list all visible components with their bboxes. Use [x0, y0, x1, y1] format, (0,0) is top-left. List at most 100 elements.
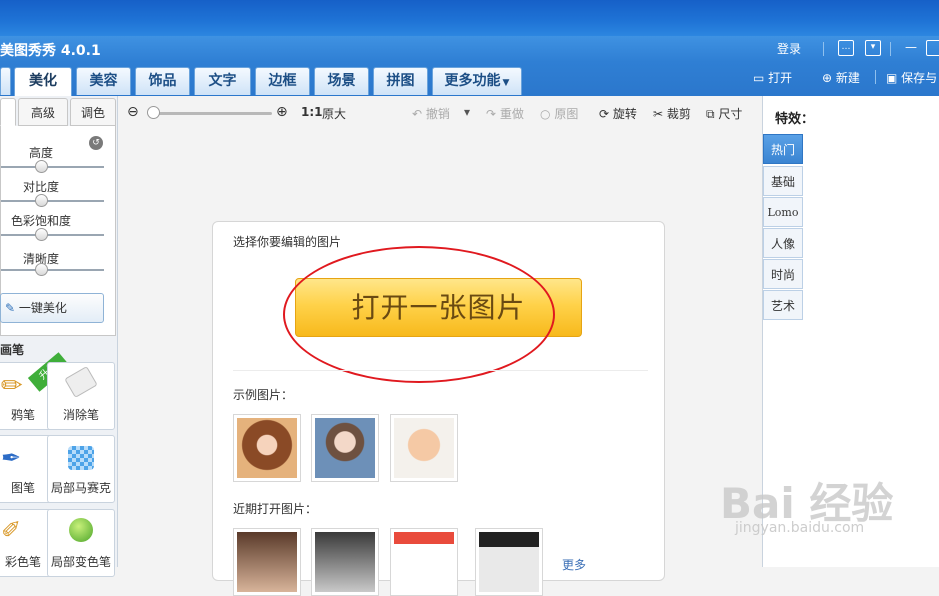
main-nav: 美化 美容 饰品 文字 边框 场景 拼图 更多功能 ▼ ▭ 打开 ⊕ 新建 ▣ 保…	[0, 62, 939, 97]
recent-thumbnail[interactable]	[475, 528, 543, 596]
sample-thumbnail[interactable]	[390, 414, 458, 482]
tab-advanced[interactable]: 高级	[18, 98, 68, 126]
tab-frame[interactable]: 边框	[255, 67, 310, 95]
effects-tab-art[interactable]: 艺术	[763, 290, 803, 320]
redo-label: 重做	[499, 107, 524, 121]
zoom-slider-knob[interactable]	[147, 106, 160, 119]
slider-track-sharpness[interactable]	[1, 269, 104, 271]
recent-thumbnail[interactable]	[233, 528, 301, 596]
undo-dropdown-icon[interactable]: ▾	[464, 105, 470, 119]
brush-section-heading: 画笔	[0, 343, 25, 357]
effects-tab-hot[interactable]: 热门	[763, 134, 803, 164]
sample-thumbnail[interactable]	[233, 414, 301, 482]
sample-thumbnail[interactable]	[311, 414, 379, 482]
rotate-button[interactable]: ⟳ 旋转	[599, 105, 637, 122]
effects-tab-basic[interactable]: 基础	[763, 166, 803, 196]
login-link[interactable]: 登录	[777, 40, 801, 57]
save-disk-icon: ▣	[886, 71, 898, 85]
tool-local-mosaic[interactable]: 局部马赛克	[47, 435, 115, 503]
separator	[823, 42, 824, 56]
resize-button[interactable]: ⧉ 尺寸	[706, 105, 742, 122]
resize-icon: ⧉	[706, 107, 715, 121]
zoom-slider-track[interactable]	[154, 112, 272, 115]
original-label: 原图	[554, 107, 579, 121]
zoom-in-icon[interactable]: ⊕	[276, 104, 288, 120]
slider-label-brightness: 高度	[28, 146, 53, 160]
menu-dropdown-icon[interactable]: ▾	[865, 40, 881, 56]
left-panel: 高级 调色 ↺ 高度 对比度 色彩饱和度 清晰度 ✎ 一键美化 画笔 ✏ 升级 …	[0, 96, 118, 577]
undo-icon: ↶	[412, 107, 423, 121]
tool-label: 消除笔	[62, 408, 99, 422]
tab-more-features[interactable]: 更多功能 ▼	[432, 67, 522, 95]
paintbrush-icon: ✐	[1, 516, 22, 544]
open-button[interactable]: ▭ 打开	[753, 70, 792, 86]
slider-track-saturation[interactable]	[1, 234, 104, 236]
recent-thumbnail[interactable]	[390, 528, 458, 596]
nav-tab-partial[interactable]	[0, 67, 11, 95]
magic-brush-icon: ✎	[5, 301, 16, 315]
chevron-down-icon: ▼	[502, 78, 510, 88]
recent-thumbnail[interactable]	[311, 528, 379, 596]
minimize-icon[interactable]: —	[903, 40, 919, 56]
crop-label: 裁剪	[666, 107, 691, 121]
one-click-beautify-button[interactable]: ✎ 一键美化	[0, 293, 104, 323]
circle-icon: ○	[540, 107, 551, 121]
slider-knob-saturation[interactable]	[35, 228, 48, 241]
tab-text[interactable]: 文字	[194, 67, 251, 95]
slider-track-brightness[interactable]	[1, 166, 104, 168]
tab-collage[interactable]: 拼图	[373, 67, 428, 95]
effects-tab-fashion[interactable]: 时尚	[763, 259, 803, 289]
rotate-label: 旋转	[612, 107, 637, 121]
tab-more-label: 更多功能	[444, 73, 501, 89]
desktop-strip	[0, 0, 939, 36]
new-button[interactable]: ⊕ 新建	[822, 70, 860, 86]
save-button[interactable]: ▣ 保存与	[886, 70, 937, 86]
mosaic-icon	[68, 446, 94, 470]
rotate-icon: ⟳	[599, 107, 610, 121]
recolor-icon	[69, 518, 93, 542]
select-image-prompt: 选择你要编辑的图片	[233, 235, 342, 249]
undo-label: 撤销	[425, 107, 450, 121]
crop-button[interactable]: ✂ 裁剪	[653, 105, 691, 122]
effects-tab-portrait[interactable]: 人像	[763, 228, 803, 258]
tab-basic-partial[interactable]	[0, 98, 16, 126]
reset-icon[interactable]: ↺	[89, 136, 103, 150]
undo-button[interactable]: ↶ 撤销	[412, 105, 450, 122]
tab-accessories[interactable]: 饰品	[135, 67, 190, 95]
plus-circle-icon: ⊕	[822, 71, 833, 85]
slider-label-contrast: 对比度	[22, 180, 59, 194]
zoom-out-icon[interactable]: ⊖	[127, 104, 139, 120]
tab-beauty[interactable]: 美容	[76, 67, 131, 95]
zoom-ratio[interactable]: 1:1	[301, 105, 323, 119]
size-label: 尺寸	[718, 107, 743, 121]
slider-knob-sharpness[interactable]	[35, 263, 48, 276]
pencil-icon: ✏	[1, 371, 23, 401]
one-click-label: 一键美化	[18, 301, 67, 315]
tool-eraser[interactable]: 消除笔	[47, 362, 115, 430]
canvas-toolbar: ⊖ ⊕ 1:1 原大 ↶ 撤销 ▾ ↷ 重做 ○ 原图 ⟳ 旋转 ✂ 裁剪 ⧉ …	[119, 96, 759, 130]
scissors-icon: ✂	[653, 107, 664, 121]
redo-button[interactable]: ↷ 重做	[486, 105, 524, 122]
tab-color[interactable]: 调色	[70, 98, 116, 126]
tool-label: 局部马赛克	[50, 481, 111, 495]
effects-tab-lomo[interactable]: Lomo	[763, 197, 803, 227]
slider-knob-contrast[interactable]	[35, 194, 48, 207]
tab-scene[interactable]: 场景	[314, 67, 369, 95]
watermark-url: jingyan.baidu.com	[735, 520, 865, 536]
open-label: 打开	[768, 71, 793, 85]
message-icon[interactable]: …	[838, 40, 854, 56]
recent-images-label: 近期打开图片：	[233, 502, 318, 516]
slider-knob-brightness[interactable]	[35, 160, 48, 173]
separator	[875, 70, 876, 84]
original-size-button[interactable]: 原大	[322, 105, 346, 122]
effects-title: 特效：	[775, 112, 815, 127]
tab-beautify[interactable]: 美化	[14, 67, 72, 97]
title-bar: 美图秀秀 4.0.1 登录 … ▾ —	[0, 36, 939, 62]
slider-track-contrast[interactable]	[1, 200, 104, 202]
original-image-button[interactable]: ○ 原图	[540, 105, 578, 122]
divider	[233, 370, 648, 371]
redo-icon: ↷	[486, 107, 497, 121]
more-link[interactable]: 更多	[562, 556, 586, 573]
save-label: 保存与	[901, 71, 938, 85]
maximize-icon[interactable]	[926, 40, 939, 56]
